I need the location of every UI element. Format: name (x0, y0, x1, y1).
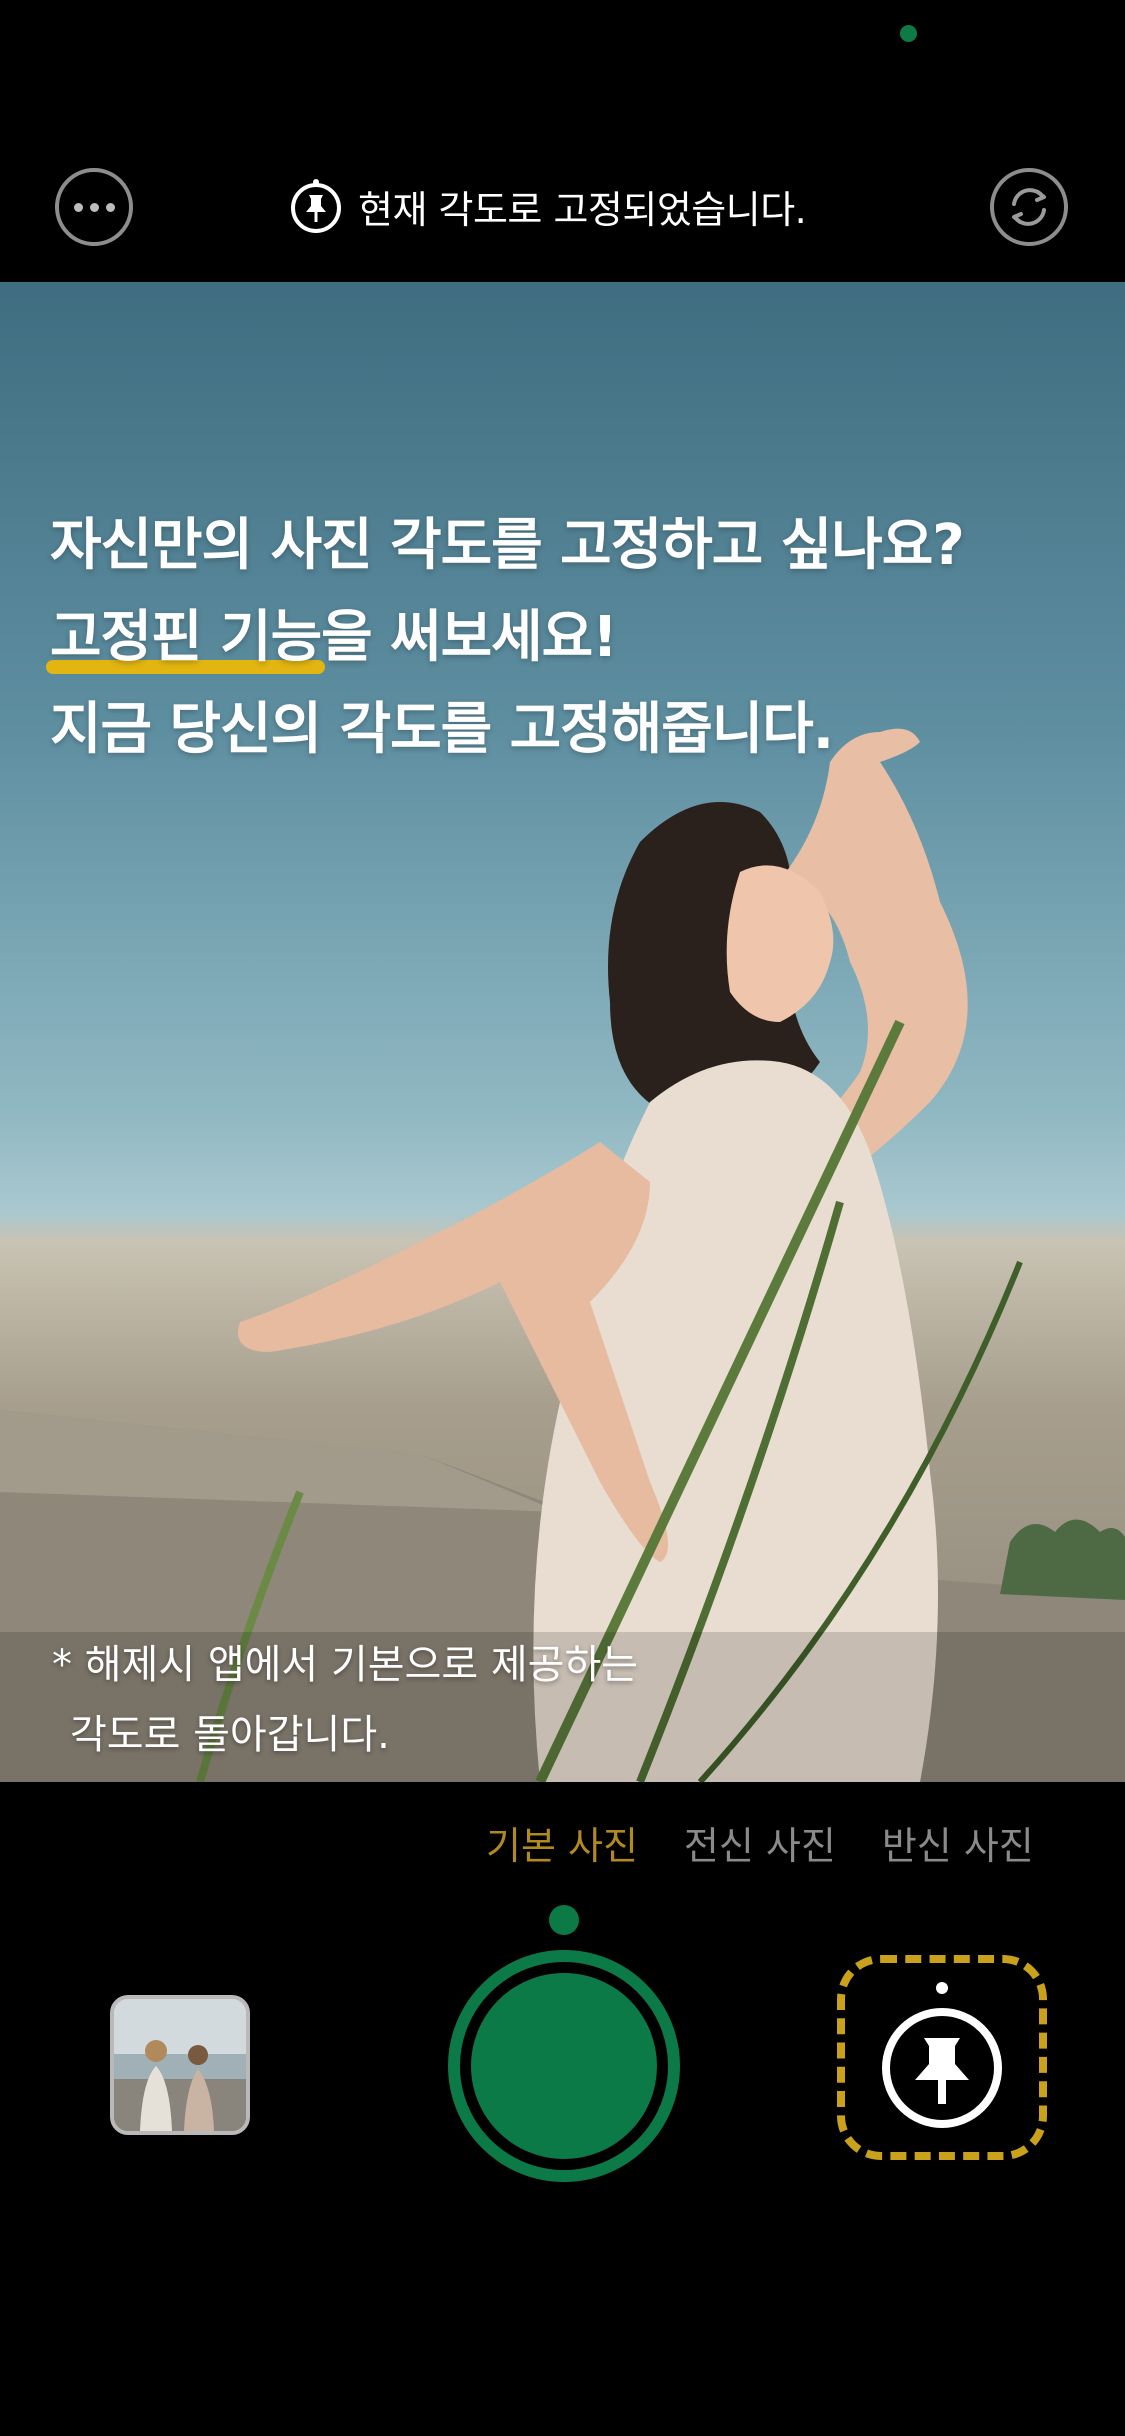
pin-angle-button[interactable] (837, 1955, 1047, 2160)
headline-line-3: 지금 당신의 각도를 고정해줍니다. (50, 697, 834, 762)
pin-status-notice: 현재 각도로 고정되었습니다. (290, 178, 807, 234)
more-horizontal-icon (73, 202, 115, 212)
headline-line-2-rest: 을 써보세요! (321, 605, 618, 670)
camera-switch-icon (1012, 188, 1046, 226)
more-options-button[interactable] (55, 168, 133, 246)
shutter-inner (471, 1973, 657, 2159)
footnote-line-1: * 해제시 앱에서 기본으로 제공하는 (52, 1642, 639, 1688)
mode-tabs: 기본 사진 전신 사진 반신 사진 (486, 1815, 1034, 1870)
thumbnail-image (114, 1999, 246, 2131)
shutter-button[interactable] (448, 1950, 680, 2182)
headline-highlight: 고정핀 기능 (50, 605, 322, 670)
camera-preview[interactable]: 자신만의 사진 각도를 고정하고 싶나요? 고정핀 기능을 써보세요! 지금 당… (0, 282, 1125, 1782)
tab-half-body-photo[interactable]: 반신 사진 (882, 1815, 1034, 1870)
promo-headline: 자신만의 사진 각도를 고정하고 싶나요? 고정핀 기능을 써보세요! 지금 당… (50, 500, 965, 776)
tab-full-body-photo[interactable]: 전신 사진 (684, 1815, 836, 1870)
gallery-thumbnail[interactable] (110, 1995, 250, 2135)
active-mode-indicator (549, 1905, 579, 1935)
top-bar: 현재 각도로 고정되었습니다. (0, 140, 1125, 275)
switch-camera-button[interactable] (990, 168, 1068, 246)
footnote-line-2: 각도로 돌아갑니다. (70, 1712, 390, 1758)
pin-status-text: 현재 각도로 고정되었습니다. (358, 187, 807, 232)
headline-line-1: 자신만의 사진 각도를 고정하고 싶나요? (50, 513, 965, 578)
pin-icon (882, 1981, 1002, 2128)
footnote: * 해제시 앱에서 기본으로 제공하는 각도로 돌아갑니다. (52, 1630, 638, 1770)
headline-line-2: 고정핀 기능을 써보세요! (50, 592, 964, 684)
tab-basic-photo[interactable]: 기본 사진 (486, 1815, 638, 1870)
camera-screen: 현재 각도로 고정되었습니다. 자신만의 사진 각도를 고정하고 싶나요? 고정… (0, 0, 1125, 2436)
camera-active-indicator (900, 25, 917, 42)
pin-icon (291, 179, 341, 233)
